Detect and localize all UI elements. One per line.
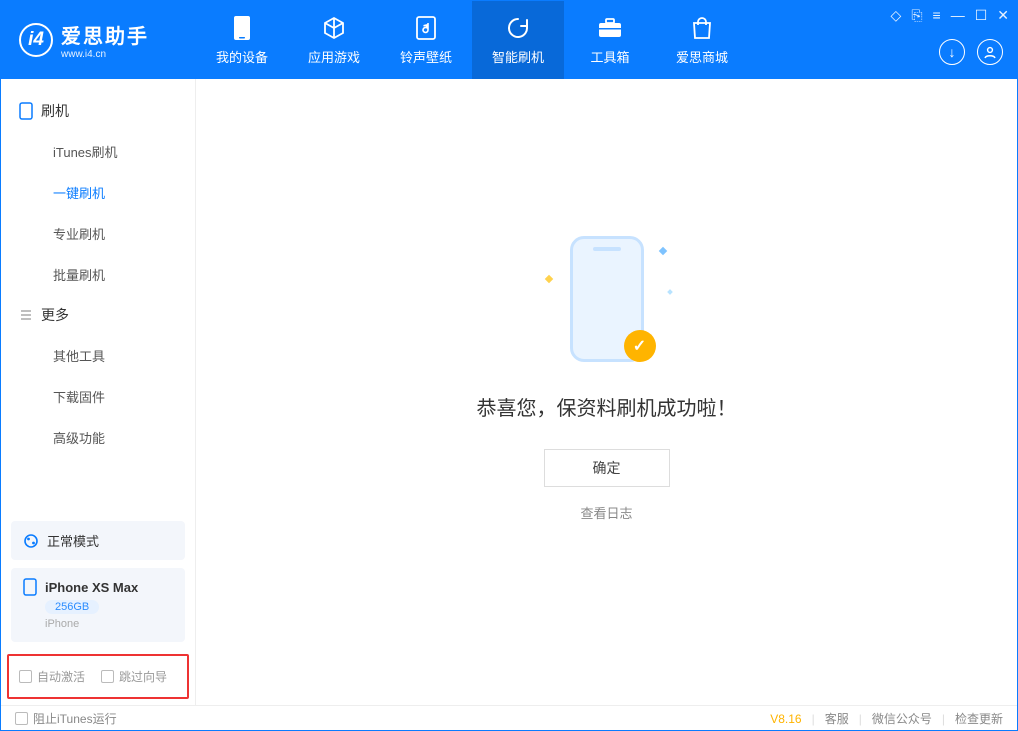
account-button[interactable] [977,39,1003,65]
sidebar-item-download-firmware[interactable]: 下载固件 [1,376,195,417]
main-content: ✓ 恭喜您，保资料刷机成功啦！ 确定 查看日志 [196,79,1017,705]
logo-area: i4 爱思助手 www.i4.cn [1,20,196,60]
mode-icon [23,533,39,549]
success-illustration: ✓ [562,236,652,366]
footer-link-support[interactable]: 客服 [825,710,849,727]
ok-button[interactable]: 确定 [544,449,670,487]
music-file-icon [413,15,439,41]
refresh-shield-icon [505,15,531,41]
tab-store[interactable]: 爱思商城 [656,1,748,79]
checkbox-icon [15,712,28,725]
device-icon [229,15,255,41]
tab-ringtone-wallpaper[interactable]: 铃声壁纸 [380,1,472,79]
check-icon: ✓ [624,330,656,362]
list-icon [19,308,33,322]
footer-link-wechat[interactable]: 微信公众号 [872,710,932,727]
nav-tabs: 我的设备 应用游戏 铃声壁纸 智能刷机 工具箱 爱思商城 [196,1,748,79]
sidebar-item-batch-flash[interactable]: 批量刷机 [1,254,195,295]
checkbox-icon [19,670,32,683]
checkbox-block-itunes[interactable]: 阻止iTunes运行 [15,710,117,727]
sidebar-item-advanced[interactable]: 高级功能 [1,417,195,458]
sidebar-group-flash: 刷机 [1,91,195,131]
highlighted-options: 自动激活 跳过向导 [7,654,189,699]
app-logo-icon: i4 [19,23,53,57]
app-title: 爱思助手 [61,20,149,49]
checkbox-icon [101,670,114,683]
minimize-button[interactable]: — [951,7,965,24]
success-message: 恭喜您，保资料刷机成功啦！ [477,392,737,421]
device-type: iPhone [45,618,79,630]
tab-my-device[interactable]: 我的设备 [196,1,288,79]
device-panel: 正常模式 iPhone XS Max 256GB iPhone [11,521,185,650]
sidebar-item-itunes-flash[interactable]: iTunes刷机 [1,131,195,172]
sidebar-item-other-tools[interactable]: 其他工具 [1,335,195,376]
sidebar-group-more: 更多 [1,295,195,335]
toolbox-icon [597,15,623,41]
cube-icon [321,15,347,41]
view-log-link[interactable]: 查看日志 [580,503,632,522]
checkbox-skip-guide[interactable]: 跳过向导 [101,668,167,685]
feedback-icon[interactable]: ⎘ [911,7,922,24]
version-label: V8.16 [770,712,801,726]
bag-icon [689,15,715,41]
skin-icon[interactable]: ◇ [891,7,902,24]
tab-smart-flash[interactable]: 智能刷机 [472,1,564,79]
close-button[interactable]: ✕ [997,7,1009,24]
phone-icon [19,102,33,120]
tab-apps-games[interactable]: 应用游戏 [288,1,380,79]
phone-icon [23,578,37,596]
sidebar: 刷机 iTunes刷机 一键刷机 专业刷机 批量刷机 更多 其他工具 下载固件 … [1,79,196,705]
device-mode[interactable]: 正常模式 [11,521,185,560]
device-storage: 256GB [45,600,99,614]
device-info[interactable]: iPhone XS Max 256GB iPhone [11,568,185,642]
checkbox-auto-activate[interactable]: 自动激活 [19,668,85,685]
menu-icon[interactable]: ≡ [933,7,941,24]
download-button[interactable]: ↓ [939,39,965,65]
window-controls: ◇ ⎘ ≡ — ☐ ✕ [891,7,1009,24]
device-name: iPhone XS Max [45,580,138,595]
maximize-button[interactable]: ☐ [975,7,988,24]
footer: 阻止iTunes运行 V8.16 | 客服 | 微信公众号 | 检查更新 [1,705,1017,731]
app-header: i4 爱思助手 www.i4.cn 我的设备 应用游戏 铃声壁纸 智能刷机 工具… [1,1,1017,79]
sidebar-item-pro-flash[interactable]: 专业刷机 [1,213,195,254]
sidebar-item-oneclick-flash[interactable]: 一键刷机 [1,172,195,213]
footer-link-update[interactable]: 检查更新 [955,710,1003,727]
app-subtitle: www.i4.cn [61,49,149,60]
tab-toolbox[interactable]: 工具箱 [564,1,656,79]
